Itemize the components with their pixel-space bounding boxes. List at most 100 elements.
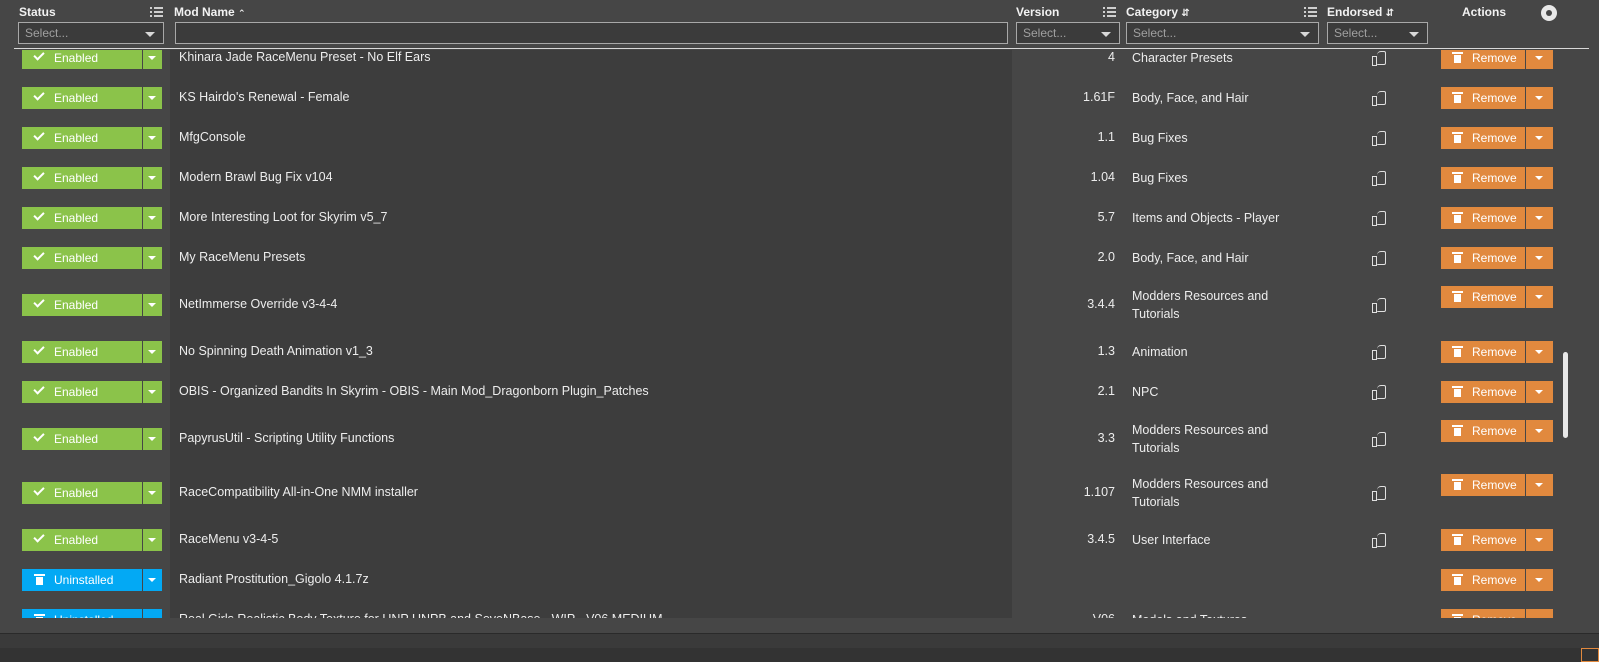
status-dropdown-button[interactable] — [143, 167, 162, 189]
status-button-group[interactable]: Enabled — [22, 207, 162, 229]
actions-button-group[interactable]: Remove — [1441, 609, 1553, 618]
remove-button[interactable]: Remove — [1441, 286, 1525, 308]
status-dropdown-button[interactable] — [143, 294, 162, 316]
version-filter-select[interactable]: Select... — [1016, 22, 1120, 44]
gear-icon[interactable] — [1541, 5, 1557, 21]
mod-name[interactable]: PapyrusUtil - Scripting Utility Function… — [179, 431, 394, 445]
actions-dropdown-button[interactable] — [1526, 167, 1553, 189]
actions-button-group[interactable]: Remove — [1441, 529, 1553, 551]
list-icon[interactable] — [150, 6, 163, 18]
mod-name[interactable]: Real Girls Realistic Body Texture for UN… — [179, 612, 663, 618]
mod-name[interactable]: RaceMenu v3-4-5 — [179, 532, 278, 546]
actions-button-group[interactable]: Remove — [1441, 381, 1553, 403]
remove-button[interactable]: Remove — [1441, 420, 1525, 442]
actions-dropdown-button[interactable] — [1526, 381, 1553, 403]
list-icon[interactable] — [1103, 6, 1116, 18]
status-button-group[interactable]: Enabled — [22, 381, 162, 403]
mod-name[interactable]: MfgConsole — [179, 130, 246, 144]
mod-name[interactable]: OBIS - Organized Bandits In Skyrim - OBI… — [179, 384, 649, 398]
thumbs-up-icon[interactable] — [1372, 431, 1386, 447]
endorsed-header[interactable]: Endorsed ⇵ — [1327, 5, 1394, 19]
mod-name[interactable]: Radiant Prostitution_Gigolo 4.1.7z — [179, 572, 369, 586]
uninstalled-button[interactable]: Uninstalled — [22, 569, 142, 591]
thumbs-up-icon[interactable] — [1372, 130, 1386, 146]
actions-button-group[interactable]: Remove — [1441, 207, 1553, 229]
enabled-button[interactable]: Enabled — [22, 341, 142, 363]
remove-button[interactable]: Remove — [1441, 167, 1525, 189]
actions-button-group[interactable]: Remove — [1441, 569, 1553, 591]
status-button-group[interactable]: Enabled — [22, 529, 162, 551]
status-button-group[interactable]: Enabled — [22, 428, 162, 450]
thumbs-up-icon[interactable] — [1372, 344, 1386, 360]
actions-dropdown-button[interactable] — [1526, 127, 1553, 149]
remove-button[interactable]: Remove — [1441, 207, 1525, 229]
status-dropdown-button[interactable] — [143, 341, 162, 363]
actions-dropdown-button[interactable] — [1526, 286, 1553, 308]
mod-name-header[interactable]: Mod Name ⌃ — [174, 5, 246, 19]
remove-button[interactable]: Remove — [1441, 47, 1525, 69]
actions-dropdown-button[interactable] — [1526, 529, 1553, 551]
actions-button-group[interactable]: Remove — [1441, 127, 1553, 149]
actions-dropdown-button[interactable] — [1526, 609, 1553, 618]
remove-button[interactable]: Remove — [1441, 87, 1525, 109]
scrollbar[interactable] — [1563, 352, 1568, 438]
actions-dropdown-button[interactable] — [1526, 474, 1553, 496]
thumbs-up-icon[interactable] — [1372, 485, 1386, 501]
mod-name[interactable]: No Spinning Death Animation v1_3 — [179, 344, 373, 358]
enabled-button[interactable]: Enabled — [22, 529, 142, 551]
thumbs-up-icon[interactable] — [1372, 50, 1386, 66]
status-dropdown-button[interactable] — [143, 609, 162, 618]
enabled-button[interactable]: Enabled — [22, 381, 142, 403]
enabled-button[interactable]: Enabled — [22, 207, 142, 229]
remove-button[interactable]: Remove — [1441, 474, 1525, 496]
enabled-button[interactable]: Enabled — [22, 127, 142, 149]
enabled-button[interactable]: Enabled — [22, 247, 142, 269]
thumbs-up-icon[interactable] — [1372, 297, 1386, 313]
mod-name-search-input[interactable] — [175, 22, 1008, 44]
actions-button-group[interactable]: Remove — [1441, 420, 1553, 442]
actions-button-group[interactable]: Remove — [1441, 47, 1553, 69]
thumbs-up-icon[interactable] — [1372, 210, 1386, 226]
enabled-button[interactable]: Enabled — [22, 482, 142, 504]
actions-dropdown-button[interactable] — [1526, 207, 1553, 229]
status-button-group[interactable]: Enabled — [22, 482, 162, 504]
status-dropdown-button[interactable] — [143, 87, 162, 109]
remove-button[interactable]: Remove — [1441, 341, 1525, 363]
remove-button[interactable]: Remove — [1441, 127, 1525, 149]
mod-name[interactable]: More Interesting Loot for Skyrim v5_7 — [179, 210, 387, 224]
status-dropdown-button[interactable] — [143, 569, 162, 591]
actions-dropdown-button[interactable] — [1526, 341, 1553, 363]
list-icon[interactable] — [1304, 6, 1317, 18]
status-header[interactable]: Status — [19, 5, 56, 19]
actions-dropdown-button[interactable] — [1526, 247, 1553, 269]
mod-name[interactable]: My RaceMenu Presets — [179, 250, 305, 264]
endorsed-filter-select[interactable]: Select... — [1327, 22, 1428, 44]
mod-name[interactable]: Khinara Jade RaceMenu Preset - No Elf Ea… — [179, 50, 431, 64]
actions-button-group[interactable]: Remove — [1441, 247, 1553, 269]
remove-button[interactable]: Remove — [1441, 247, 1525, 269]
status-button-group[interactable]: Enabled — [22, 247, 162, 269]
uninstalled-button[interactable]: Uninstalled — [22, 609, 142, 618]
actions-dropdown-button[interactable] — [1526, 87, 1553, 109]
mod-name[interactable]: RaceCompatibility All-in-One NMM install… — [179, 485, 418, 499]
status-dropdown-button[interactable] — [143, 207, 162, 229]
status-button-group[interactable]: Enabled — [22, 341, 162, 363]
status-button-group[interactable]: Enabled — [22, 167, 162, 189]
actions-dropdown-button[interactable] — [1526, 569, 1553, 591]
category-filter-select[interactable]: Select... — [1126, 22, 1319, 44]
actions-dropdown-button[interactable] — [1526, 420, 1553, 442]
category-header[interactable]: Category ⇵ — [1126, 5, 1190, 19]
resize-corner-icon[interactable] — [1581, 648, 1599, 662]
status-button-group[interactable]: Enabled — [22, 87, 162, 109]
remove-button[interactable]: Remove — [1441, 609, 1525, 618]
thumbs-up-icon[interactable] — [1372, 250, 1386, 266]
actions-button-group[interactable]: Remove — [1441, 474, 1553, 496]
status-button-group[interactable]: Enabled — [22, 127, 162, 149]
remove-button[interactable]: Remove — [1441, 381, 1525, 403]
status-dropdown-button[interactable] — [143, 47, 162, 69]
status-dropdown-button[interactable] — [143, 127, 162, 149]
mod-name[interactable]: Modern Brawl Bug Fix v104 — [179, 170, 333, 184]
status-button-group[interactable]: Uninstalled — [22, 569, 162, 591]
enabled-button[interactable]: Enabled — [22, 47, 142, 69]
status-filter-select[interactable]: Select... — [18, 22, 164, 44]
